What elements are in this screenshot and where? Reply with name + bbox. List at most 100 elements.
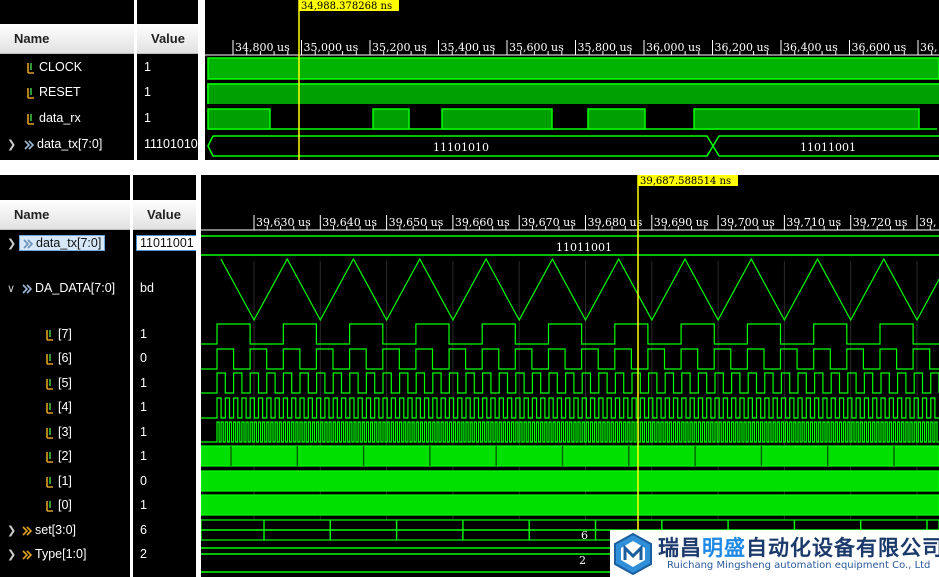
bus-icon bbox=[23, 238, 34, 250]
signal-row-type[interactable]: ❯ Type[1:0] bbox=[0, 544, 134, 564]
signal-bit-icon bbox=[45, 329, 55, 341]
value-cell: 1 bbox=[140, 425, 147, 439]
da-data-bit-waves bbox=[200, 323, 939, 541]
ruler-tick-label: 39,690 us bbox=[654, 216, 709, 229]
signal-name: [2] bbox=[58, 449, 72, 463]
bus-icon bbox=[22, 549, 33, 561]
bit-wave bbox=[200, 494, 939, 516]
signal-bit-icon bbox=[45, 427, 55, 439]
value-cell: 1 bbox=[144, 111, 151, 125]
ruler-tick-label: 35,000 us bbox=[304, 41, 359, 54]
signal-name: [3] bbox=[58, 425, 72, 439]
value-header[interactable]: Value bbox=[133, 200, 196, 230]
signal-row-bit-6[interactable]: [6] bbox=[0, 348, 134, 368]
ruler-tick-label: 39,640 us bbox=[322, 216, 377, 229]
chevron-right-icon[interactable]: ❯ bbox=[7, 524, 16, 537]
time-ruler: 39,630 us 39,640 us 39,650 us 39,660 us 39,6… bbox=[201, 215, 939, 231]
signal-row-bit-1[interactable]: [1] bbox=[0, 471, 134, 491]
chevron-right-icon[interactable]: ❯ bbox=[7, 548, 16, 561]
signal-row-bit-4[interactable]: [4] bbox=[0, 397, 134, 417]
signal-row-reset[interactable]: RESET bbox=[0, 82, 134, 102]
signal-name: data_tx[7:0] bbox=[37, 137, 103, 151]
signal-bit-icon bbox=[45, 476, 55, 488]
bit-wave bbox=[201, 397, 939, 419]
bit-wave bbox=[201, 348, 939, 370]
signal-row-clock[interactable]: CLOCK bbox=[0, 57, 134, 77]
signal-name: RESET bbox=[39, 85, 81, 99]
signal-bit-icon bbox=[45, 451, 55, 463]
name-column: Name ❯ data_tx[7:0] ∨ DA_DATA[7:0] [7] [… bbox=[0, 175, 134, 577]
name-header[interactable]: Name bbox=[0, 200, 134, 230]
signal-row-data-tx[interactable]: ❯ data_tx[7:0] bbox=[0, 233, 134, 253]
signal-bit-icon bbox=[45, 402, 55, 414]
signal-bit-icon bbox=[26, 113, 36, 125]
waveform-canvas: 34,800 us 35,000 us 35,200 us 35,400 us 35,6… bbox=[205, 0, 939, 160]
clock-wave bbox=[207, 57, 939, 80]
company-name-en: Ruichang Mingsheng automation equipment … bbox=[667, 560, 931, 571]
chevron-right-icon[interactable]: ❯ bbox=[7, 138, 16, 151]
ruler-tick-label: 36,600 us bbox=[852, 41, 907, 54]
signal-bit-icon bbox=[26, 62, 36, 74]
signal-row-bit-7[interactable]: [7] bbox=[0, 324, 134, 344]
value-cell: 2 bbox=[140, 547, 147, 561]
signal-bit-icon bbox=[45, 353, 55, 365]
value-cell: 1 bbox=[140, 498, 147, 512]
signal-row-da-data[interactable]: ∨ DA_DATA[7:0] bbox=[0, 278, 134, 298]
value-cell: 11101010 bbox=[144, 137, 198, 151]
signal-name: Type[1:0] bbox=[35, 547, 87, 561]
ruler-tick-label: 39,700 us bbox=[720, 216, 775, 229]
bus-value-label: 6 bbox=[581, 529, 588, 542]
signal-name: [4] bbox=[58, 400, 72, 414]
bus-icon bbox=[22, 283, 33, 295]
value-cell: 11011001 bbox=[133, 233, 198, 253]
ruler-tick-label: 39,680 us bbox=[588, 216, 643, 229]
bus-icon bbox=[24, 139, 35, 151]
signal-row-bit-2[interactable]: [2] bbox=[0, 446, 134, 466]
name-header[interactable]: Name bbox=[0, 24, 134, 54]
signal-row-bit-0[interactable]: [0] bbox=[0, 495, 134, 515]
chevron-right-icon[interactable]: ❯ bbox=[7, 237, 16, 250]
data-tx-bus-wave: 11101010 11011001 bbox=[207, 135, 939, 157]
bit-wave bbox=[201, 323, 939, 345]
value-cell: 1 bbox=[140, 376, 147, 390]
value-cell: 1 bbox=[144, 60, 151, 74]
ruler-tick-label: 39,720 us bbox=[853, 216, 908, 229]
panel-gap bbox=[0, 160, 939, 175]
signal-name: [0] bbox=[58, 498, 72, 512]
value-column: Value 1 1 1 11101010 bbox=[137, 0, 198, 160]
waveform-area[interactable]: 39,630 us 39,640 us 39,650 us 39,660 us 39,6… bbox=[200, 175, 939, 577]
signal-name: [1] bbox=[58, 474, 72, 488]
ruler-tick-label: 39, bbox=[919, 216, 937, 229]
bus-value-label: 11011001 bbox=[800, 141, 856, 154]
ruler-tick-label: 39,670 us bbox=[521, 216, 576, 229]
signal-row-set[interactable]: ❯ set[3:0] bbox=[0, 520, 134, 540]
bus-value-label: 11011001 bbox=[556, 241, 612, 254]
signal-name: set[3:0] bbox=[35, 523, 76, 537]
signal-name: CLOCK bbox=[39, 60, 83, 74]
ruler-tick-label: 36, bbox=[920, 41, 938, 54]
data-tx-bus-wave: 11011001 bbox=[201, 235, 939, 256]
waveform-panel-bottom: Name ❯ data_tx[7:0] ∨ DA_DATA[7:0] [7] [… bbox=[0, 175, 939, 577]
value-header[interactable]: Value bbox=[137, 24, 198, 54]
signal-row-data-rx[interactable]: data_rx bbox=[0, 108, 134, 128]
value-cell: bd bbox=[140, 281, 154, 295]
signal-name: data_tx[7:0] bbox=[36, 236, 102, 250]
ruler-tick-label: 35,800 us bbox=[578, 41, 633, 54]
name-column: Name CLOCK RESET data_rx ❯ data_tx[7:0] bbox=[0, 0, 134, 160]
waveform-area[interactable]: 34,800 us 35,000 us 35,200 us 35,400 us 35,6… bbox=[205, 0, 939, 160]
da-data-analog-wave bbox=[220, 257, 939, 322]
column-divider[interactable] bbox=[198, 0, 205, 160]
signal-row-bit-3[interactable]: [3] bbox=[0, 422, 134, 442]
ruler-tick-label: 35,400 us bbox=[441, 41, 496, 54]
ruler-tick-label: 34,800 us bbox=[235, 41, 290, 54]
waveform-canvas: 39,630 us 39,640 us 39,650 us 39,660 us 39,6… bbox=[200, 175, 939, 577]
ruler-tick-label: 35,200 us bbox=[372, 41, 427, 54]
chevron-down-icon[interactable]: ∨ bbox=[7, 282, 15, 295]
data-rx-wave bbox=[207, 108, 937, 130]
signal-row-data-tx[interactable]: ❯ data_tx[7:0] bbox=[0, 134, 134, 154]
signal-row-bit-5[interactable]: [5] bbox=[0, 373, 134, 393]
value-cell: 1 bbox=[140, 327, 147, 341]
bus-icon bbox=[22, 525, 33, 537]
signal-name: data_rx bbox=[39, 111, 81, 125]
value-cell: 1 bbox=[144, 85, 151, 99]
